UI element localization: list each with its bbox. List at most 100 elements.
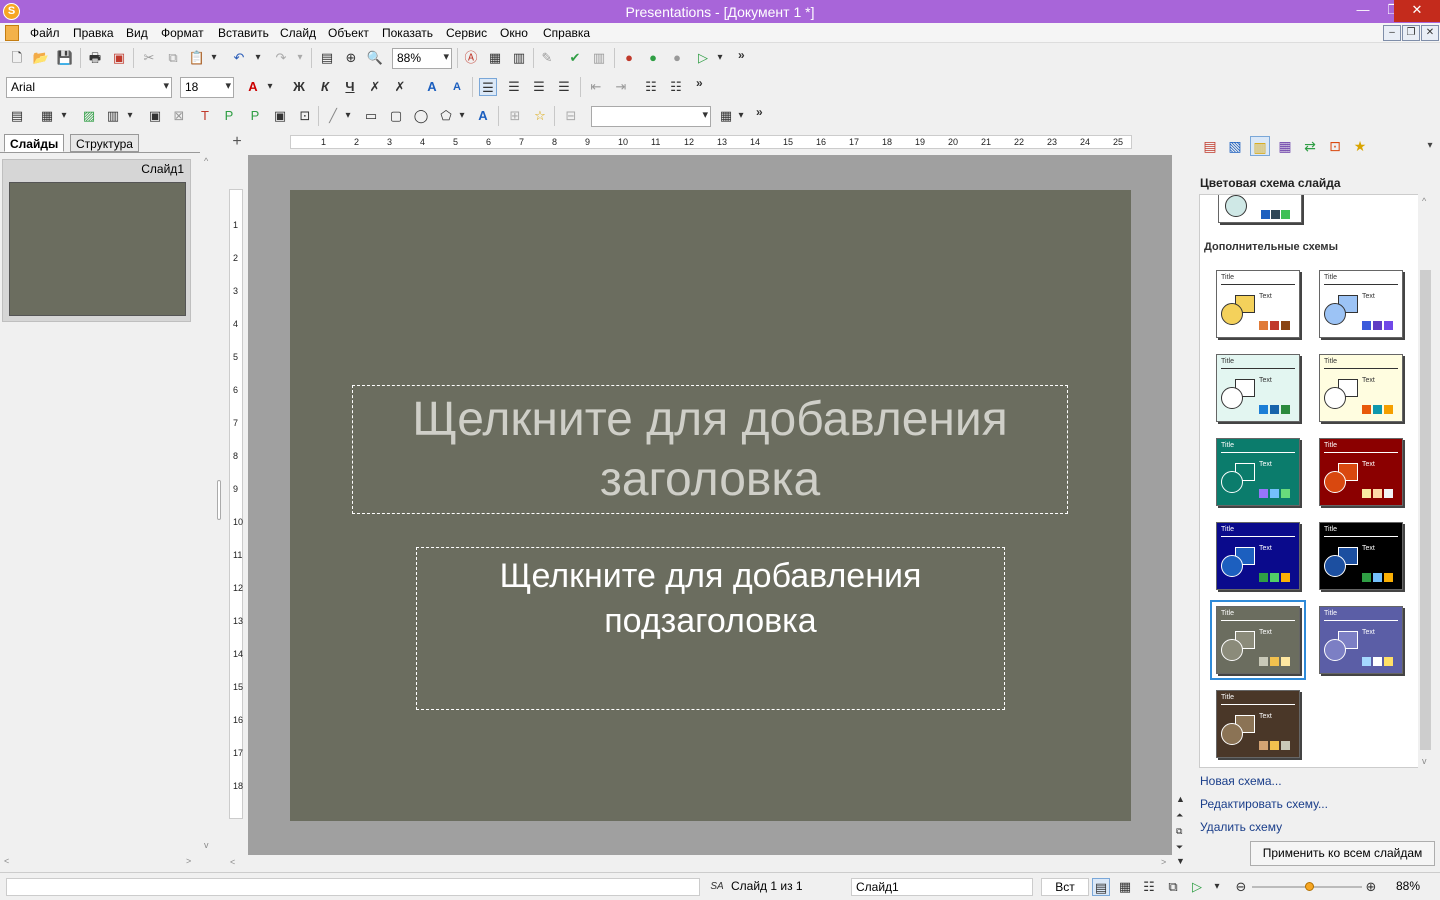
- slide-canvas[interactable]: Щелкните для добавления заголовка Щелкни…: [290, 190, 1131, 821]
- grid-dropdown-icon[interactable]: ▾: [735, 107, 747, 125]
- planmaker-object-icon[interactable]: P: [220, 107, 238, 125]
- scroll-left-icon[interactable]: <: [4, 856, 9, 866]
- textmaker-object-icon[interactable]: T: [196, 107, 214, 125]
- slideshow-dropdown-icon[interactable]: ▾: [1208, 878, 1226, 896]
- last-slide-icon[interactable]: ▼: [1176, 856, 1185, 866]
- tab-slides[interactable]: Слайды: [4, 134, 65, 152]
- slide-number-icon[interactable]: ▤: [318, 49, 336, 67]
- zoom-slider-thumb[interactable]: [1305, 882, 1315, 891]
- scroll-right-icon[interactable]: >: [1161, 857, 1166, 867]
- toolbar-more-icon[interactable]: »: [738, 48, 745, 62]
- menu-window[interactable]: Окно: [500, 26, 528, 40]
- rounded-rect-tool-icon[interactable]: ▢: [387, 107, 405, 125]
- color-scheme-option[interactable]: Title Text: [1216, 270, 1300, 338]
- font-color-icon[interactable]: A: [244, 78, 262, 96]
- align-right-icon[interactable]: ☰: [530, 78, 548, 96]
- effects-pane-star-icon[interactable]: ★: [1350, 136, 1370, 156]
- slide-thumbnail[interactable]: [9, 182, 186, 316]
- effects-star-icon[interactable]: ☆: [531, 107, 549, 125]
- notes-view-icon[interactable]: ⧉: [1164, 878, 1182, 896]
- menu-help[interactable]: Справка: [543, 26, 590, 40]
- toolbar-more-icon[interactable]: »: [756, 105, 763, 119]
- previous-slide-icon[interactable]: ⏶: [1176, 810, 1183, 821]
- scheme-list-scrollbar[interactable]: ^ v: [1418, 194, 1434, 768]
- textart-icon[interactable]: A: [474, 107, 492, 125]
- scrollbar-thumb[interactable]: [1420, 270, 1431, 750]
- italic-button[interactable]: К: [316, 78, 334, 96]
- zoom-page-icon[interactable]: ⊕: [342, 49, 360, 67]
- open-folder-icon[interactable]: 📂: [32, 49, 50, 67]
- spellcheck-icon[interactable]: ✔: [566, 49, 584, 67]
- save-icon[interactable]: 💾: [56, 49, 74, 67]
- color-scheme-option[interactable]: Title Text: [1319, 354, 1403, 422]
- workspace-horizontal-scrollbar[interactable]: < >: [227, 855, 1174, 871]
- toolbar-more-icon[interactable]: »: [696, 76, 703, 90]
- slide-layout-pane-icon[interactable]: ▤: [1200, 136, 1220, 156]
- transition-pane-icon[interactable]: ⇄: [1300, 136, 1320, 156]
- scan-icon[interactable]: ⊡: [296, 107, 314, 125]
- doc-restore-button[interactable]: ❐: [1402, 25, 1420, 41]
- text-frame-icon[interactable]: Ⓐ: [462, 49, 480, 67]
- menu-file[interactable]: Файл: [30, 26, 60, 40]
- menu-format[interactable]: Формат: [161, 26, 204, 40]
- rectangle-tool-icon[interactable]: ▭: [362, 107, 380, 125]
- menu-slide[interactable]: Слайд: [280, 26, 316, 40]
- color-scheme-option[interactable]: Title Text: [1216, 690, 1300, 758]
- presenter-pane-icon[interactable]: ⊡: [1325, 136, 1345, 156]
- planmaker-icon[interactable]: ●: [644, 49, 662, 67]
- subtitle-placeholder[interactable]: Щелкните для добавления подзаголовка: [416, 547, 1005, 710]
- insert-picture-icon[interactable]: ▨: [80, 107, 98, 125]
- shrink-font-icon[interactable]: A: [448, 78, 466, 96]
- document-icon[interactable]: [5, 25, 19, 41]
- doc-close-button[interactable]: ✕: [1421, 25, 1439, 41]
- double-strike-icon[interactable]: ✗: [391, 78, 409, 96]
- pane-menu-dropdown-icon[interactable]: ▾: [1420, 136, 1440, 156]
- align-justify-icon[interactable]: ☰: [555, 78, 573, 96]
- scroll-right-icon[interactable]: >: [186, 856, 191, 866]
- basicmaker-icon[interactable]: ●: [668, 49, 686, 67]
- new-document-icon[interactable]: 🗋: [8, 49, 26, 67]
- panel-splitter[interactable]: [217, 480, 221, 520]
- menu-object[interactable]: Объект: [328, 26, 369, 40]
- close-button[interactable]: ✕: [1394, 0, 1440, 22]
- zoom-percent[interactable]: 88%: [1392, 878, 1434, 896]
- first-slide-icon[interactable]: ▲: [1176, 794, 1185, 804]
- menu-insert[interactable]: Вставить: [218, 26, 269, 40]
- redo-icon[interactable]: ↷: [272, 49, 290, 67]
- outline-view-icon[interactable]: ☷: [1140, 878, 1158, 896]
- format-brush-icon[interactable]: ✎: [538, 49, 556, 67]
- start-slideshow-icon[interactable]: ▷: [1188, 878, 1206, 896]
- autoshape-icon[interactable]: ⬠: [437, 107, 455, 125]
- paste-icon[interactable]: 📋: [188, 49, 206, 67]
- font-color-dropdown-icon[interactable]: ▾: [264, 78, 276, 96]
- redo-dropdown-icon[interactable]: ▾: [294, 49, 306, 67]
- slides-vertical-scrollbar[interactable]: ^ v: [200, 152, 216, 854]
- color-scheme-option[interactable]: Title Text: [1216, 522, 1300, 590]
- slide-layout-icon[interactable]: ▤: [8, 107, 26, 125]
- ruler-corner-icon[interactable]: +: [227, 133, 247, 153]
- export-pdf-icon[interactable]: ▣: [110, 49, 128, 67]
- table-dropdown-icon[interactable]: ▾: [58, 107, 70, 125]
- undo-icon[interactable]: ↶: [230, 49, 248, 67]
- slideshow-dropdown-icon[interactable]: ▾: [714, 49, 726, 67]
- textmaker-icon[interactable]: ●: [620, 49, 638, 67]
- autoshape-dropdown-icon[interactable]: ▾: [456, 107, 468, 125]
- slide-thumbnail-item[interactable]: Слайд1: [2, 159, 191, 322]
- undo-dropdown-icon[interactable]: ▾: [252, 49, 264, 67]
- line-tool-icon[interactable]: ╱: [324, 107, 342, 125]
- copy-icon[interactable]: ⧉: [164, 49, 182, 67]
- normal-view-icon[interactable]: ▤: [1092, 878, 1110, 896]
- chart-dropdown-icon[interactable]: ▾: [124, 107, 136, 125]
- zoom-icon[interactable]: 🔍: [366, 49, 384, 67]
- tab-outline[interactable]: Структура: [70, 134, 139, 152]
- insert-field-icon[interactable]: ▥: [510, 49, 528, 67]
- chart-icon[interactable]: ▥: [590, 49, 608, 67]
- numbered-list-icon[interactable]: ☷: [667, 78, 685, 96]
- menu-show[interactable]: Показать: [382, 26, 433, 40]
- slide-design-pane-icon[interactable]: ▧: [1225, 136, 1245, 156]
- group-icon[interactable]: ⊞: [506, 107, 524, 125]
- cut-icon[interactable]: ✂: [140, 49, 158, 67]
- menu-tools[interactable]: Сервис: [446, 26, 487, 40]
- color-scheme-option[interactable]: Title Text: [1216, 438, 1300, 506]
- delete-scheme-link[interactable]: Удалить схему: [1200, 820, 1282, 834]
